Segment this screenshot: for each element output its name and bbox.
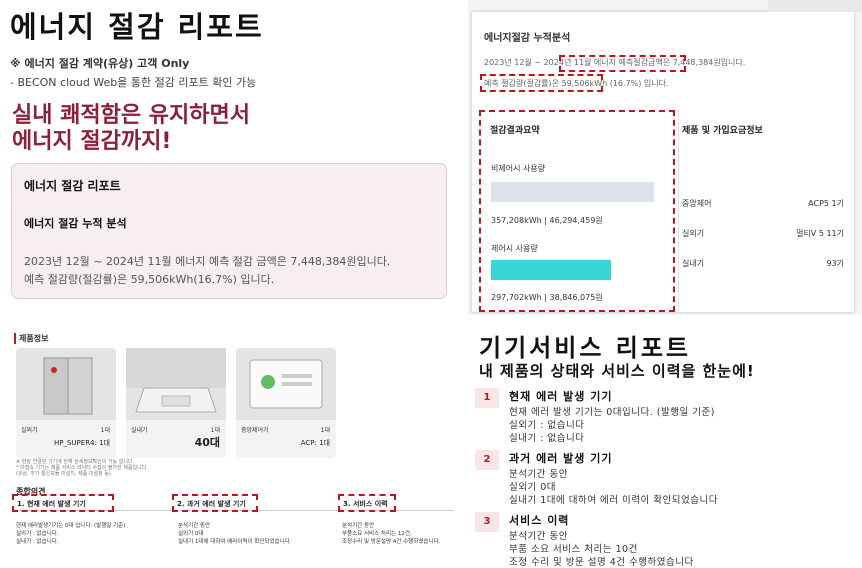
service-report-title: 기기서비스 리포트	[479, 334, 691, 362]
section-number-badge: 3	[475, 512, 499, 532]
product-card-indoor: 실내기 1대 40대	[126, 348, 226, 458]
card-model: ACP: 1대	[300, 439, 330, 447]
scrollbar-track[interactable]	[768, 0, 862, 12]
current-error-line: 현재 에러발생기기는 0대 입니다. (발행일 기준)	[16, 523, 126, 529]
cumulative-analysis-screenshot: 에너지절감 누적분석 2023년 12월 ~ 2024년 11월 에너지 예측절…	[468, 0, 862, 315]
service-report-subtitle: 내 제품의 상태와 서비스 이력을 한눈에!	[479, 362, 755, 380]
current-error-line: 실내기 : 없습니다.	[16, 539, 59, 545]
section-title-service-history: 서비스 이력	[509, 514, 570, 527]
product-value-central: ACP5 1기	[808, 199, 844, 208]
product-label-central: 중앙제어	[682, 199, 712, 208]
product-label-outdoor: 실외기	[682, 229, 705, 238]
section-line: 부품 소요 서비스 처리는 10건	[509, 544, 638, 555]
section-number-badge: 1	[475, 388, 499, 408]
product-value-indoor: 93기	[826, 259, 844, 268]
section-title-past-errors: 과거 에러 발생 기기	[509, 452, 613, 465]
section-line: 실외기 0대	[509, 482, 557, 493]
control-usage-bar	[491, 260, 611, 280]
highlight-savings-amount	[559, 55, 686, 72]
indoor-unit-image	[126, 348, 226, 420]
card-name: 실내기	[131, 427, 148, 434]
section-line: 실내기 1대에 대하여 에러 이력이 확인되었습니다	[509, 495, 718, 506]
card-name: 실외기	[21, 427, 38, 434]
card-total: 40대	[194, 436, 220, 449]
section-line: 분석기간 동안	[509, 469, 568, 480]
control-label: 제어시 사용량	[491, 244, 538, 253]
report-box-title: 에너지 절감 리포트	[24, 179, 121, 193]
highlight-savings-rate	[480, 74, 603, 92]
headline-line-1: 실내 쾌적함은 유지하면서	[12, 103, 250, 128]
non-control-value: 357,208kWh | 46,294,459원	[491, 216, 603, 225]
report-summary-box: 에너지 절감 리포트 에너지 절감 누적 분석 2023년 12월 ~ 2024…	[11, 163, 447, 299]
outdoor-unit-image	[16, 348, 116, 420]
non-control-label: 비제어시 사용량	[491, 164, 546, 173]
savings-summary-box	[479, 110, 675, 312]
report-box-subtitle: 에너지 절감 누적 분석	[24, 217, 127, 230]
energy-report-panel: 에너지 절감 리포트 ※ 에너지 절감 계약(유상) 고객 Only - BEC…	[0, 0, 462, 315]
section-line: 실내기 : 없습니다	[509, 433, 585, 444]
card-count: 1대	[320, 427, 330, 434]
product-info-title: 제품 및 가입요금정보	[682, 126, 763, 136]
product-card-outdoor: 실외기 1대 HP_SUPER4: 1대	[16, 348, 116, 458]
section-current-errors: 1. 현재 에러 발생 기기	[12, 494, 114, 512]
footnote-3: (유상, 추가 통신모듈 미설치, 제품 미설정 등)	[16, 471, 111, 477]
section-past-errors: 2. 과거 에러 발생 기기	[172, 494, 258, 512]
product-value-outdoor: 멀티V 5 11기	[796, 229, 844, 238]
section-service-history: 3. 서비스 이력	[338, 494, 396, 512]
product-info-report: 제품정보 실외기 1대 HP_SUPER4: 1대 실내기 1대 40대 중앙제…	[0, 318, 462, 561]
product-info-heading: 제품정보	[14, 333, 48, 344]
service-line: 조정수리 및 방문설명 4건 수행하였습니다.	[342, 539, 441, 545]
section-line: 현재 에러 발생 기기는 0대입니다. (발행일 기준)	[509, 407, 715, 418]
past-error-line: 분석기간 동안	[178, 523, 211, 529]
headline: 실내 쾌적함은 유지하면서 에너지 절감까지!	[12, 103, 250, 155]
service-line: 분석기간 동안	[342, 523, 375, 529]
section-line: 조정 수리 및 방문 설명 4건 수행하였습니다	[509, 557, 694, 568]
card-model: HP_SUPER4: 1대	[54, 439, 110, 447]
product-label-indoor: 실내기	[682, 259, 705, 268]
summary-title: 절감결과요약	[490, 126, 540, 136]
controller-image	[236, 348, 336, 420]
section-title-current-errors: 현재 에러 발생 기기	[509, 390, 613, 403]
headline-line-2: 에너지 절감까지!	[12, 129, 172, 154]
web-note: - BECON cloud Web을 통한 절감 리포트 확인 가능	[10, 76, 257, 89]
card-count: 1대	[210, 427, 220, 434]
past-error-line: 실내기 1대에 대하여 에러이력이 확인되었습니다.	[178, 539, 292, 545]
service-line: 부품소요 서비스 처리는 12건,	[342, 531, 412, 537]
report-box-line-2: 예측 절감량(절감률)은 59,506kWh(16.7%) 입니다.	[24, 273, 275, 286]
report-box-line-1: 2023년 12월 ~ 2024년 11월 에너지 예측 절감 금액은 7,44…	[24, 255, 391, 268]
product-card-controller: 중앙제어기 1대 ACP: 1대	[236, 348, 336, 458]
section-number-badge: 2	[475, 450, 499, 470]
device-service-report: 기기서비스 리포트 내 제품의 상태와 서비스 이력을 한눈에! 1 현재 에러…	[468, 318, 862, 568]
current-error-line: 실외기 : 없습니다.	[16, 531, 59, 537]
card-count: 1대	[100, 427, 110, 434]
contract-note: ※ 에너지 절감 계약(유상) 고객 Only	[10, 57, 190, 70]
panel-divider	[678, 110, 679, 310]
section-line: 실외기 : 없습니다	[509, 420, 585, 431]
non-control-usage-bar	[491, 182, 654, 202]
card-name: 중앙제어기	[241, 427, 269, 434]
page-title: 에너지 절감 리포트	[10, 10, 264, 44]
control-value: 297,702kWh | 38,846,075원	[491, 293, 603, 302]
analysis-title: 에너지절감 누적분석	[484, 33, 571, 44]
analysis-card: 에너지절감 누적분석 2023년 12월 ~ 2024년 11월 에너지 예측절…	[472, 12, 854, 312]
section-line: 분석기간 동안	[509, 531, 568, 542]
past-error-line: 실외기 0대	[178, 531, 204, 537]
